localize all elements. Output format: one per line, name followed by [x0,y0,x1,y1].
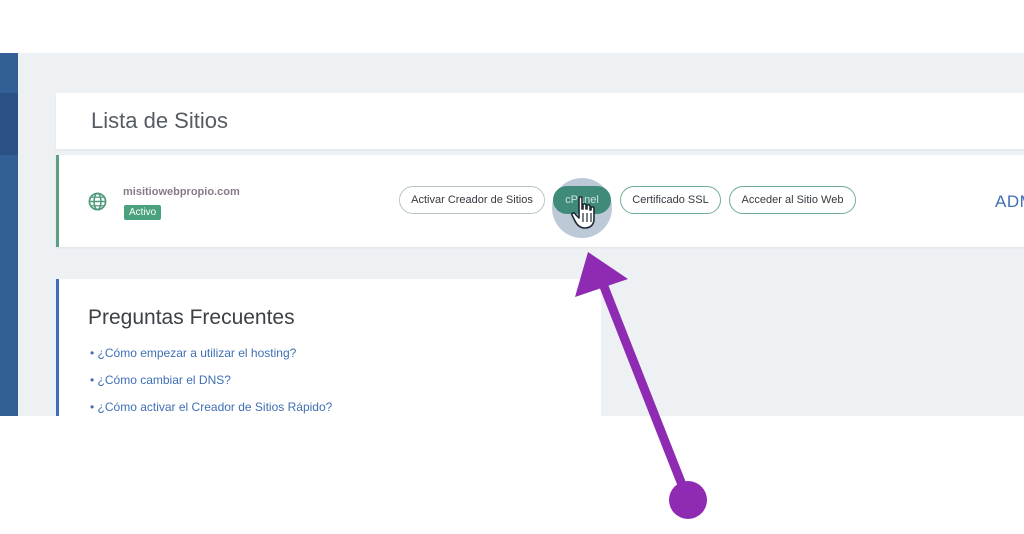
faq-item[interactable]: • ¿Cómo activar el Creador de Sitios Ráp… [90,399,332,416]
app-screen: Lista de Sitios misitiowebpropio.com Act… [0,53,1024,416]
page-title: Lista de Sitios [91,108,228,133]
faq-list: • ¿Cómo empezar a utilizar el hosting? •… [90,345,332,416]
globe-icon [88,192,107,211]
left-sidebar [0,53,18,416]
visit-site-button[interactable]: Acceder al Sitio Web [729,186,856,214]
site-domain[interactable]: misitiowebpropio.com [123,186,240,198]
status-badge: Activo [124,205,162,220]
hand-cursor-icon [571,196,595,229]
faq-title: Preguntas Frecuentes [88,306,295,329]
activate-site-builder-button[interactable]: Activar Creador de Sitios [399,186,545,214]
faq-item[interactable]: • ¿Cómo empezar a utilizar el hosting? [90,345,332,372]
page-header-card: Lista de Sitios [56,93,1024,149]
faq-card: Preguntas Frecuentes • ¿Cómo empezar a u… [56,279,601,416]
admin-link[interactable]: ADM [995,192,1024,212]
ssl-certificate-button[interactable]: Certificado SSL [620,186,721,214]
sidebar-active-item[interactable] [0,93,18,155]
site-row: misitiowebpropio.com Activo Activar Crea… [56,155,1024,247]
faq-item[interactable]: • ¿Cómo cambiar el DNS? [90,372,332,399]
